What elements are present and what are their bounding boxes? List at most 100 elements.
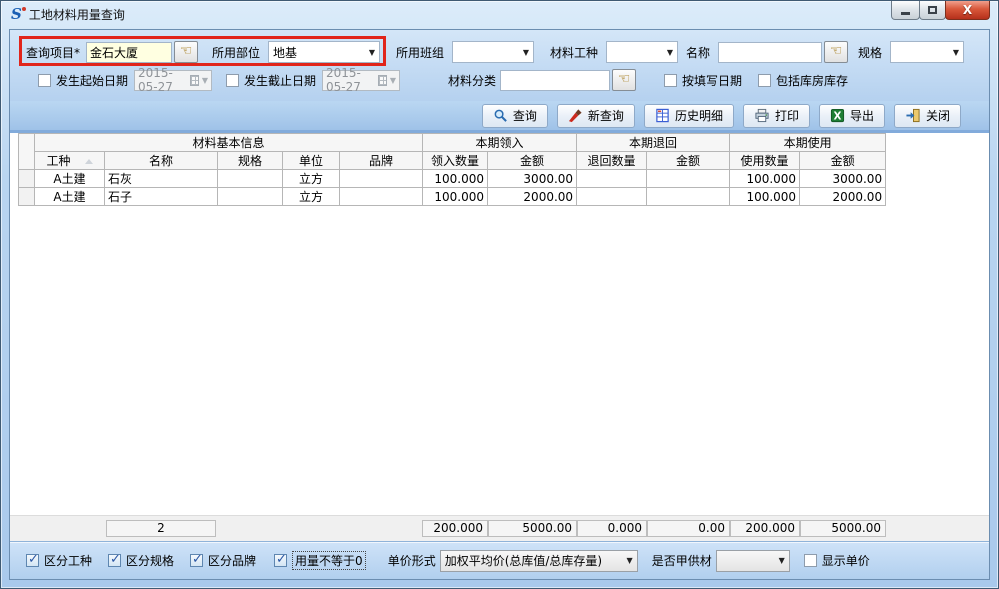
- col-header-name[interactable]: 名称: [105, 152, 218, 170]
- cell-used-amount: 2000.00: [800, 188, 886, 206]
- include-stock-checkbox[interactable]: [758, 74, 771, 87]
- group-returned: 本期退回: [577, 134, 730, 152]
- usage-nonzero-checkbox[interactable]: [274, 554, 287, 567]
- start-date-label: 发生起始日期: [56, 72, 130, 89]
- close-button[interactable]: X: [945, 1, 990, 20]
- window-controls: X: [892, 1, 990, 20]
- summary-row-count: 2: [106, 520, 216, 537]
- print-button-label: 打印: [775, 107, 799, 124]
- new-query-button-label: 新查询: [588, 107, 624, 124]
- group-basic-info: 材料基本信息: [35, 134, 423, 152]
- category-input[interactable]: [500, 70, 610, 91]
- trade-label: 材料工种: [550, 44, 602, 61]
- export-button[interactable]: X 导出: [819, 104, 885, 128]
- col-header-unit[interactable]: 单位: [283, 152, 340, 170]
- part-combobox[interactable]: 地基 ▼: [268, 41, 380, 63]
- end-date-field[interactable]: 2015-05-27 ▼: [322, 70, 400, 91]
- include-stock-label: 包括库房库存: [776, 72, 848, 89]
- cell-unit: 立方: [283, 188, 340, 206]
- col-header-used-amount[interactable]: 金额: [800, 152, 886, 170]
- material-name-picker-button[interactable]: ☜: [824, 41, 848, 63]
- category-label: 材料分类: [448, 72, 496, 89]
- close-icon: X: [963, 2, 972, 19]
- group-header-row: 材料基本信息 本期领入 本期退回 本期使用: [19, 134, 886, 152]
- col-header-received-qty[interactable]: 领入数量: [423, 152, 488, 170]
- distinguish-trade-checkbox[interactable]: [26, 554, 39, 567]
- col-header-spec[interactable]: 规格: [218, 152, 283, 170]
- col-header-used-qty[interactable]: 使用数量: [730, 152, 800, 170]
- cell-used-amount: 3000.00: [800, 170, 886, 188]
- col-header-returned-amount[interactable]: 金额: [647, 152, 730, 170]
- titlebar: S 工地材料用量查询: [1, 1, 998, 28]
- row-indicator: [19, 170, 35, 188]
- maximize-button[interactable]: [919, 1, 946, 20]
- price-mode-combobox[interactable]: 加权平均价(总库值/总库存量) ▼: [440, 550, 638, 572]
- export-button-label: 导出: [850, 107, 874, 124]
- filter-row-2: 发生起始日期 2015-05-27 ▼ 发生截止日期 2015-05-27 ▼ …: [26, 68, 989, 92]
- window-title: 工地材料用量查询: [29, 6, 125, 23]
- table-row[interactable]: A土建 石子 立方 100.000 2000.00 100.000 2000.0…: [19, 188, 886, 206]
- start-date-value: 2015-05-27: [138, 66, 187, 94]
- search-icon: [493, 108, 508, 123]
- summary-returned-qty: 0.000: [577, 520, 647, 537]
- project-picker-button[interactable]: ☜: [174, 41, 198, 63]
- history-detail-button[interactable]: 历史明细: [644, 104, 734, 128]
- query-button-label: 查询: [513, 107, 537, 124]
- maximize-icon: [928, 6, 937, 14]
- query-button[interactable]: 查询: [482, 104, 548, 128]
- minimize-button[interactable]: [891, 1, 920, 20]
- minimize-icon: [901, 12, 910, 15]
- chevron-down-icon: ▼: [523, 48, 529, 57]
- new-query-button[interactable]: 新查询: [557, 104, 635, 128]
- chevron-down-icon: ▼: [667, 48, 673, 57]
- distinguish-spec-checkbox[interactable]: [108, 554, 121, 567]
- price-mode-label: 单价形式: [388, 552, 436, 569]
- column-header-row: 工种 名称 规格 单位 品牌 领入数量 金额 退回数量 金额 使用数量 金额: [19, 152, 886, 170]
- trade-combobox[interactable]: ▼: [606, 41, 678, 63]
- cell-brand: [340, 170, 423, 188]
- close-form-button[interactable]: 关闭: [894, 104, 961, 128]
- spec-combobox[interactable]: ▼: [890, 41, 964, 63]
- cell-name: 石灰: [105, 170, 218, 188]
- printer-icon: [754, 108, 770, 123]
- start-date-checkbox[interactable]: [38, 74, 51, 87]
- project-input[interactable]: [86, 42, 172, 63]
- category-picker-button[interactable]: ☜: [612, 69, 636, 91]
- show-unit-price-checkbox[interactable]: [804, 554, 817, 567]
- col-header-returned-qty[interactable]: 退回数量: [577, 152, 647, 170]
- cell-used-qty: 100.000: [730, 170, 800, 188]
- svg-text:X: X: [833, 110, 841, 122]
- chevron-down-icon: ▼: [953, 48, 959, 57]
- party-a-supplied-combobox[interactable]: ▼: [716, 550, 790, 572]
- chevron-down-icon: ▼: [627, 556, 633, 565]
- part-label: 所用部位: [212, 44, 264, 61]
- col-header-received-amount[interactable]: 金额: [488, 152, 577, 170]
- distinguish-brand-checkbox[interactable]: [190, 554, 203, 567]
- chevron-down-icon: ▼: [779, 556, 785, 565]
- material-name-input[interactable]: [718, 42, 822, 63]
- cell-returned-amount: [647, 170, 730, 188]
- filter-row-1: 查询项目* ☜ 所用部位 地基 ▼ 所用班组 ▼ 材料工种 ▼ 名称: [26, 40, 989, 64]
- hand-pointer-icon: ☜: [180, 43, 193, 59]
- start-date-field[interactable]: 2015-05-27 ▼: [134, 70, 212, 91]
- team-combobox[interactable]: ▼: [452, 41, 534, 63]
- price-mode-value: 加权平均价(总库值/总库存量): [445, 552, 602, 569]
- end-date-checkbox[interactable]: [226, 74, 239, 87]
- cell-returned-amount: [647, 188, 730, 206]
- cell-trade: A土建: [35, 170, 105, 188]
- calendar-icon: [378, 75, 386, 86]
- new-query-brush-icon: [568, 108, 583, 123]
- team-label: 所用班组: [396, 44, 448, 61]
- materials-table: 材料基本信息 本期领入 本期退回 本期使用 工种 名称 规格 单位 品牌 领入数…: [18, 133, 886, 206]
- table-row[interactable]: A土建 石灰 立方 100.000 3000.00 100.000 3000.0…: [19, 170, 886, 188]
- by-fill-date-checkbox[interactable]: [664, 74, 677, 87]
- print-button[interactable]: 打印: [743, 104, 810, 128]
- col-header-brand[interactable]: 品牌: [340, 152, 423, 170]
- calendar-icon: [190, 75, 198, 86]
- col-header-trade[interactable]: 工种: [35, 152, 105, 170]
- cell-received-amount: 3000.00: [488, 170, 577, 188]
- cell-returned-qty: [577, 170, 647, 188]
- cell-returned-qty: [577, 188, 647, 206]
- chevron-down-icon: ▼: [369, 48, 375, 57]
- cell-trade: A土建: [35, 188, 105, 206]
